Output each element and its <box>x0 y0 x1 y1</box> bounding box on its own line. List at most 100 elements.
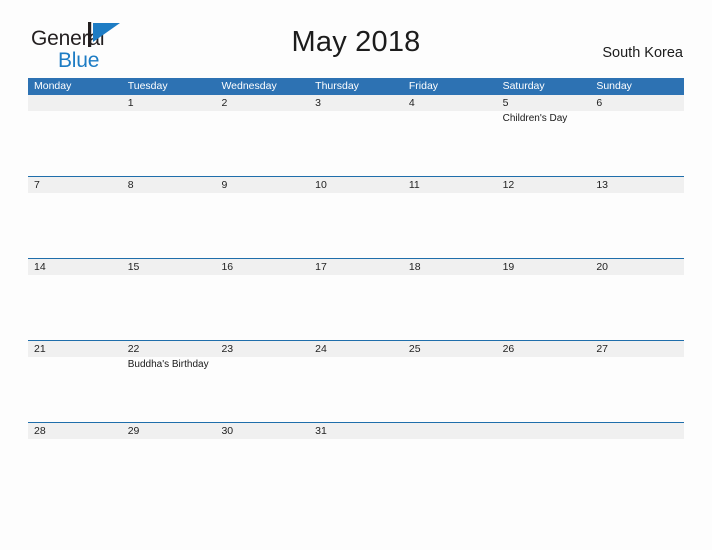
day-cell[interactable] <box>309 357 403 422</box>
weekday-header-tuesday: Tuesday <box>127 80 168 92</box>
weekday-header-row: Monday Tuesday Wednesday Thursday Friday Satu… <box>28 78 684 95</box>
day-number[interactable]: 16 <box>215 259 309 275</box>
day-number[interactable]: 31 <box>309 423 403 439</box>
day-cell[interactable] <box>122 275 216 340</box>
day-number-empty <box>590 423 684 439</box>
day-number[interactable]: 18 <box>403 259 497 275</box>
day-number[interactable]: 28 <box>28 423 122 439</box>
weekday-header-wednesday: Wednesday <box>221 80 277 92</box>
day-cell[interactable] <box>28 193 122 258</box>
blue-flag-icon <box>88 22 120 47</box>
day-cell[interactable] <box>122 193 216 258</box>
calendar-week-row: 21 22 23 24 25 26 27 Buddha's Birthday <box>28 340 684 422</box>
day-number[interactable]: 2 <box>215 95 309 111</box>
week-body-band: Buddha's Birthday <box>28 357 684 422</box>
week-date-band: 14 15 16 17 18 19 20 <box>28 259 684 275</box>
day-cell[interactable] <box>497 193 591 258</box>
weekday-header-saturday: Saturday <box>502 80 545 92</box>
day-cell[interactable] <box>122 439 216 461</box>
day-cell[interactable] <box>403 275 497 340</box>
day-number[interactable]: 22 <box>122 341 216 357</box>
day-number[interactable]: 14 <box>28 259 122 275</box>
day-number-empty <box>28 95 122 111</box>
day-cell[interactable] <box>590 357 684 422</box>
day-cell[interactable] <box>28 357 122 422</box>
day-number[interactable]: 25 <box>403 341 497 357</box>
week-date-band: 7 8 9 10 11 12 13 <box>28 177 684 193</box>
week-body-band <box>28 275 684 340</box>
weekday-header-monday: Monday <box>34 80 72 92</box>
day-number[interactable]: 24 <box>309 341 403 357</box>
day-number[interactable]: 21 <box>28 341 122 357</box>
page-header: General Blue May 2018 South Korea <box>0 0 712 71</box>
day-number[interactable]: 6 <box>590 95 684 111</box>
event-label: Children's Day <box>502 113 568 124</box>
day-cell <box>497 439 591 461</box>
day-number[interactable]: 11 <box>403 177 497 193</box>
weekday-header-thursday: Thursday <box>315 80 359 92</box>
day-cell[interactable] <box>403 357 497 422</box>
day-number-empty <box>403 423 497 439</box>
day-cell[interactable] <box>590 111 684 176</box>
day-number[interactable]: 23 <box>215 341 309 357</box>
day-number[interactable]: 4 <box>403 95 497 111</box>
week-body-band: Children's Day <box>28 111 684 176</box>
logo-text-blue: Blue <box>58 49 100 72</box>
day-cell[interactable] <box>309 111 403 176</box>
general-blue-logo[interactable]: General Blue <box>31 22 141 72</box>
day-cell[interactable] <box>590 275 684 340</box>
week-date-band: 28 29 30 31 <box>28 423 684 439</box>
day-number[interactable]: 13 <box>590 177 684 193</box>
day-number[interactable]: 27 <box>590 341 684 357</box>
day-number[interactable]: 29 <box>122 423 216 439</box>
calendar-week-row: 14 15 16 17 18 19 20 <box>28 258 684 340</box>
day-number[interactable]: 30 <box>215 423 309 439</box>
day-cell[interactable] <box>28 275 122 340</box>
day-cell <box>403 439 497 461</box>
region-label: South Korea <box>602 45 683 61</box>
calendar-grid: Monday Tuesday Wednesday Thursday Friday Satu… <box>28 78 684 461</box>
day-cell <box>590 439 684 461</box>
logo-text-general: General <box>31 22 141 49</box>
weekday-header-sunday: Sunday <box>596 80 632 92</box>
day-number[interactable]: 9 <box>215 177 309 193</box>
day-number-empty <box>497 423 591 439</box>
day-cell[interactable] <box>309 275 403 340</box>
day-cell[interactable]: Buddha's Birthday <box>122 357 216 422</box>
day-number[interactable]: 7 <box>28 177 122 193</box>
day-number[interactable]: 26 <box>497 341 591 357</box>
day-cell[interactable]: Children's Day <box>497 111 591 176</box>
day-cell[interactable] <box>309 439 403 461</box>
weekday-header-friday: Friday <box>408 80 439 92</box>
calendar-week-row: 7 8 9 10 11 12 13 <box>28 176 684 258</box>
day-number[interactable]: 8 <box>122 177 216 193</box>
day-number[interactable]: 20 <box>590 259 684 275</box>
day-cell[interactable] <box>122 111 216 176</box>
day-number[interactable]: 5 <box>497 95 591 111</box>
event-label: Buddha's Birthday <box>127 359 209 370</box>
day-cell[interactable] <box>497 275 591 340</box>
day-number[interactable]: 1 <box>122 95 216 111</box>
week-body-band <box>28 439 684 461</box>
day-number[interactable]: 19 <box>497 259 591 275</box>
week-date-band: 21 22 23 24 25 26 27 <box>28 341 684 357</box>
day-cell[interactable] <box>28 439 122 461</box>
day-number[interactable]: 17 <box>309 259 403 275</box>
day-cell[interactable] <box>215 275 309 340</box>
day-cell[interactable] <box>215 439 309 461</box>
day-number[interactable]: 12 <box>497 177 591 193</box>
day-cell[interactable] <box>403 111 497 176</box>
day-cell[interactable] <box>215 193 309 258</box>
calendar-week-row: 1 2 3 4 5 6 Children's Day <box>28 95 684 176</box>
day-cell[interactable] <box>590 193 684 258</box>
day-number[interactable]: 3 <box>309 95 403 111</box>
day-number[interactable]: 10 <box>309 177 403 193</box>
day-cell[interactable] <box>497 357 591 422</box>
day-number[interactable]: 15 <box>122 259 216 275</box>
day-cell[interactable] <box>215 111 309 176</box>
day-cell <box>28 111 122 176</box>
day-cell[interactable] <box>403 193 497 258</box>
calendar-weeks: 1 2 3 4 5 6 Children's Day 7 8 9 10 11 12 13 14 15 16 17 1… <box>28 95 684 461</box>
day-cell[interactable] <box>215 357 309 422</box>
day-cell[interactable] <box>309 193 403 258</box>
